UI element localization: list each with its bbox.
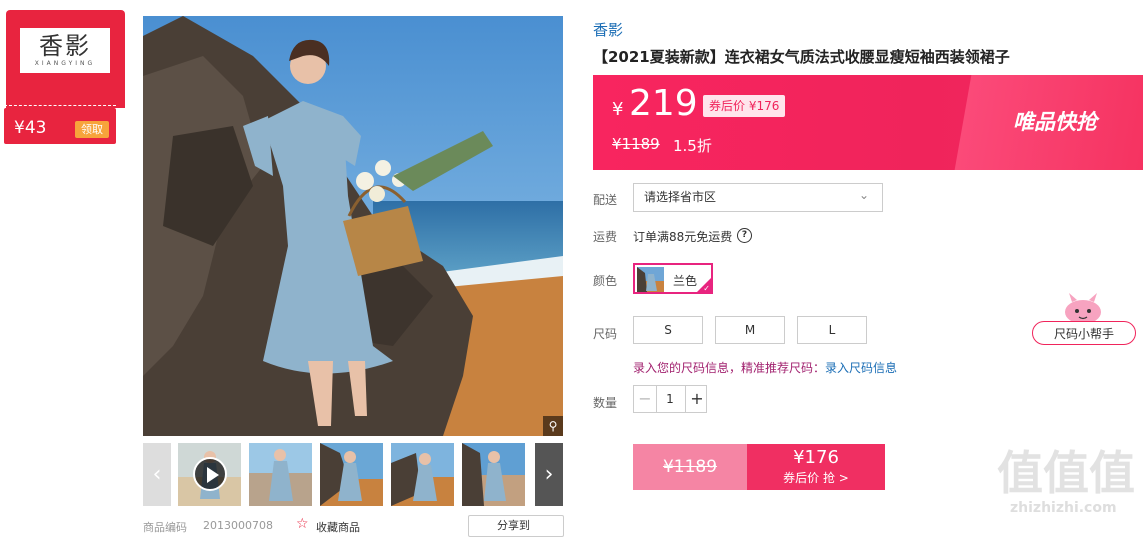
size-entry-link[interactable]: 录入尺码信息	[825, 359, 897, 376]
brand-logo-subtext: XIANGYING	[34, 60, 96, 67]
chevron-down-icon: ⌄	[859, 188, 870, 202]
quantity-label: 数量	[593, 396, 618, 410]
watermark-site: zhizhizhi.com	[1010, 500, 1117, 516]
product-photo	[143, 16, 563, 436]
sku-value: 2013000708	[203, 519, 273, 532]
buy-coupon-label: 券后价 抢 >	[783, 471, 849, 485]
mascot-icon	[1065, 293, 1101, 324]
color-option-selected[interactable]: 兰色 ✓	[633, 263, 713, 294]
original-price: ¥1189	[612, 135, 660, 153]
coupon-amount: ¥43	[14, 118, 47, 138]
size-helper-label: 尺码小帮手	[1032, 321, 1136, 345]
play-icon[interactable]	[193, 457, 227, 491]
coupon-divider	[4, 105, 116, 106]
size-label: 尺码	[593, 327, 618, 341]
shipping-label: 运费	[593, 230, 618, 244]
brand-logo-text: 香影	[39, 32, 91, 60]
size-option-m[interactable]: M	[715, 316, 785, 344]
flash-sale-label: 唯品快抢	[1013, 109, 1097, 134]
price-banner: ¥ 219 券后价 ¥176 ¥1189 1.5折 唯品快抢	[593, 75, 1143, 170]
check-icon: ✓	[703, 284, 710, 293]
brand-logo[interactable]: 香影 XIANGYING	[20, 28, 110, 73]
favorite-label[interactable]: 收藏商品	[316, 519, 360, 535]
star-icon[interactable]: ☆	[296, 516, 309, 532]
size-helper-widget[interactable]: 尺码小帮手	[1030, 292, 1140, 348]
price-currency: ¥	[612, 99, 624, 120]
quantity-minus-button[interactable]: −	[634, 386, 657, 412]
coupon-claim-button[interactable]: 领取	[75, 121, 109, 138]
main-product-image[interactable]	[143, 16, 563, 436]
current-price: 219	[629, 83, 698, 124]
delivery-label: 配送	[593, 193, 618, 207]
shipping-text: 订单满88元免运费	[633, 230, 733, 244]
site-watermark: 值值值	[997, 446, 1135, 500]
help-icon[interactable]: ?	[737, 228, 752, 243]
color-label: 颜色	[593, 274, 618, 288]
size-option-l[interactable]: L	[797, 316, 867, 344]
sku-label: 商品编码	[143, 521, 187, 534]
watermark-text: 值值值	[997, 446, 1135, 500]
size-option-s[interactable]: S	[633, 316, 703, 344]
thumbnail-3[interactable]	[320, 443, 383, 506]
brand-card-header: 香影 XIANGYING	[6, 10, 125, 108]
discount-rate: 1.5折	[673, 137, 712, 155]
quantity-input[interactable]: 1	[656, 386, 684, 412]
thumbnail-2[interactable]	[249, 443, 312, 506]
buy-coupon-price: ¥176	[793, 447, 839, 468]
thumbnail-4[interactable]	[391, 443, 454, 506]
magnifier-icon[interactable]: ⚲	[543, 416, 563, 436]
product-title: 【2021夏装新款】连衣裙女气质法式收腰显瘦短袖西装领裙子	[593, 48, 1010, 66]
size-tip-text: 录入您的尺码信息，精准推荐尺码：	[633, 361, 826, 375]
color-option-label: 兰色	[673, 274, 698, 288]
chevron-left-icon[interactable]: ‹	[143, 443, 171, 506]
thumbnail-5[interactable]	[462, 443, 525, 506]
color-swatch-image	[637, 267, 664, 292]
quantity-plus-button[interactable]: +	[685, 386, 708, 412]
chevron-right-icon[interactable]: ›	[535, 443, 563, 506]
brand-link[interactable]: 香影	[593, 19, 623, 40]
share-button[interactable]: 分享到	[468, 515, 564, 537]
original-price-button[interactable]: ¥1189	[633, 444, 747, 490]
after-coupon-badge: 券后价 ¥176	[703, 95, 786, 117]
buy-with-coupon-button[interactable]: ¥176 券后价 抢 >	[747, 444, 885, 490]
quantity-stepper: − 1 +	[633, 385, 707, 413]
region-select[interactable]: 请选择省市区	[633, 183, 883, 212]
